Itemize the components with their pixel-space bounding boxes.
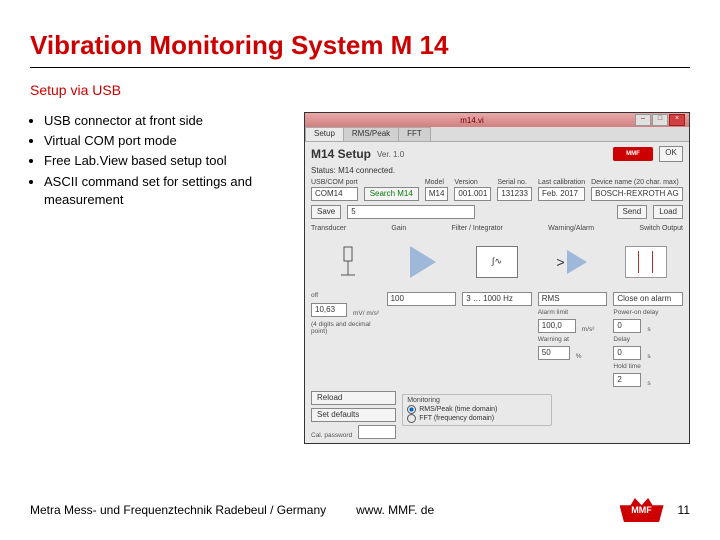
bullet-item: Free Lab.View based setup tool xyxy=(44,152,290,170)
switch-output-icon xyxy=(609,246,683,278)
sensitivity-unit: mV/ m/s² xyxy=(353,310,379,317)
save-button[interactable]: Save xyxy=(311,205,341,219)
tab-rmspeak[interactable]: RMS/Peak xyxy=(343,127,399,141)
version-value: 001.001 xyxy=(454,187,491,201)
warning-percent-input[interactable]: 50 xyxy=(538,346,570,360)
section-transducer: Transducer xyxy=(311,225,346,232)
slide-title: Vibration Monitoring System M 14 xyxy=(30,30,690,61)
footer-page-number: 11 xyxy=(678,503,690,517)
delay-input[interactable]: 0 xyxy=(613,346,641,360)
poweron-delay-input[interactable]: 0 xyxy=(613,319,641,333)
monitoring-title: Monitoring xyxy=(407,397,547,404)
warn-mode-select[interactable]: RMS xyxy=(538,292,608,306)
title-rule xyxy=(30,67,690,68)
delay-label: Delay xyxy=(613,336,683,343)
ok-button[interactable]: OK xyxy=(659,146,683,162)
model-value: M14 xyxy=(425,187,449,201)
serial-label: Serial no. xyxy=(497,179,532,186)
cal-password-input[interactable] xyxy=(358,425,396,439)
set-defaults-button[interactable]: Set defaults xyxy=(311,408,396,422)
app-window: m14.vi – □ × Setup RMS/Peak FFT M14 Setu… xyxy=(304,112,690,444)
window-maximize-button[interactable]: □ xyxy=(652,114,668,126)
footer-logo: MMF xyxy=(620,498,664,522)
poweron-delay-label: Power-on delay xyxy=(613,309,683,316)
footer-org: Metra Mess- und Frequenztechnik Radebeul… xyxy=(30,503,326,517)
save-slot-input[interactable]: 5 xyxy=(347,205,475,219)
gain-select[interactable]: 100 xyxy=(387,292,457,306)
filter-select[interactable]: 3 … 1000 Hz xyxy=(462,292,532,306)
tab-fft[interactable]: FFT xyxy=(398,127,431,141)
bullet-item: USB connector at front side xyxy=(44,112,290,130)
alarm-unit: m/s² xyxy=(582,326,595,333)
monitoring-rms-radio[interactable]: RMS/Peak (time domain) xyxy=(407,405,547,414)
warning-at-label: Warning at xyxy=(538,336,608,343)
monitoring-rms-label: RMS/Peak (time domain) xyxy=(419,406,497,413)
load-button[interactable]: Load xyxy=(653,205,683,219)
calibration-label: Last calibration xyxy=(538,179,585,186)
footer-url: www. MMF. de xyxy=(356,503,434,517)
setup-version: Ver. 1.0 xyxy=(377,150,404,159)
gain-icon xyxy=(385,246,459,278)
bullet-item: Virtual COM port mode xyxy=(44,132,290,150)
cal-password-label: Cal. password xyxy=(311,432,352,439)
hold-time-input[interactable]: 2 xyxy=(613,373,641,387)
section-filter: Filter / Integrator xyxy=(451,225,502,232)
section-switch: Switch Output xyxy=(639,225,683,232)
setup-title: M14 Setup xyxy=(311,147,371,161)
hold-time-label: Hold time xyxy=(613,363,683,370)
section-gain: Gain xyxy=(391,225,406,232)
model-label: Model xyxy=(425,179,449,186)
version-label: Version xyxy=(454,179,491,186)
window-title: m14.vi xyxy=(309,116,635,125)
brand-logo: MMF xyxy=(613,147,653,161)
send-button[interactable]: Send xyxy=(617,205,648,219)
reload-button[interactable]: Reload xyxy=(311,391,396,405)
filter-icon: ∫∿ xyxy=(460,246,534,278)
bullet-list: USB connector at front side Virtual COM … xyxy=(30,112,290,444)
bullet-item: ASCII command set for settings and measu… xyxy=(44,173,290,209)
usb-port-label: USB/COM port xyxy=(311,179,358,186)
alarm-limit-input[interactable]: 100,0 xyxy=(538,319,576,333)
window-minimize-button[interactable]: – xyxy=(635,114,651,126)
monitoring-fft-label: FFT (frequency domain) xyxy=(419,415,494,422)
sensitivity-input[interactable]: 10,63 xyxy=(311,303,347,317)
switch-mode-select[interactable]: Close on alarm xyxy=(613,292,683,306)
tab-setup[interactable]: Setup xyxy=(305,127,344,141)
section-warning: Warning/Alarm xyxy=(548,225,594,232)
search-m14-button[interactable]: Search M14 xyxy=(364,187,419,201)
slide-subtitle: Setup via USB xyxy=(30,82,690,98)
hold-time-unit: s xyxy=(647,380,650,387)
device-name-input[interactable]: BOSCH-REXROTH AG xyxy=(591,187,683,201)
radio-selected-icon xyxy=(407,405,416,414)
warning-unit: % xyxy=(576,353,582,360)
delay-unit: s xyxy=(647,353,650,360)
radio-unselected-icon xyxy=(407,414,416,423)
window-titlebar[interactable]: m14.vi – □ × xyxy=(305,113,689,127)
sensitivity-note: (4 digits and decimal point) xyxy=(311,321,381,335)
usb-port-select[interactable]: COM14 xyxy=(311,187,358,201)
comparator-icon: > xyxy=(534,250,608,274)
poweron-delay-unit: s xyxy=(647,326,650,333)
app-tabs: Setup RMS/Peak FFT xyxy=(305,127,689,142)
transducer-off-label: off xyxy=(311,292,381,299)
status-text: Status: M14 connected. xyxy=(311,166,683,175)
alarm-limit-label: Alarm limit xyxy=(538,309,608,316)
device-name-label: Device name (20 char. max) xyxy=(591,179,683,186)
monitoring-fft-radio[interactable]: FFT (frequency domain) xyxy=(407,414,547,423)
window-close-button[interactable]: × xyxy=(669,114,685,126)
calibration-value: Feb. 2017 xyxy=(538,187,585,201)
serial-value: 131233 xyxy=(497,187,532,201)
transducer-icon xyxy=(311,245,385,279)
